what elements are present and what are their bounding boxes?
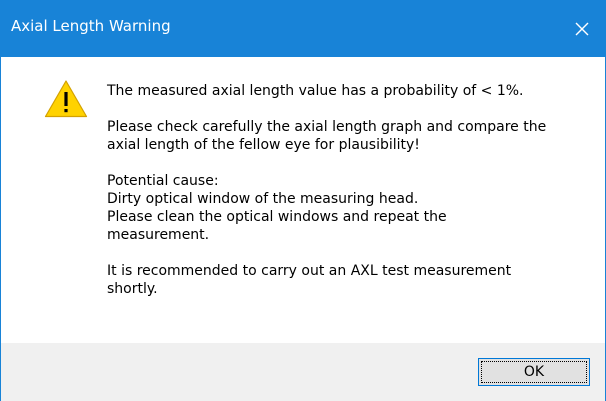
warning-message: The measured axial length value has a pr… <box>107 82 587 316</box>
message-recommendation: It is recommended to carry out an AXL te… <box>107 263 512 297</box>
warning-icon <box>44 80 88 118</box>
ok-button[interactable]: OK <box>478 358 590 386</box>
message-check-graph: Please check carefully the axial length … <box>107 119 547 153</box>
window-title: Axial Length Warning <box>11 17 171 35</box>
dialog-content: The measured axial length value has a pr… <box>1 57 605 343</box>
message-probability: The measured axial length value has a pr… <box>107 83 524 99</box>
close-button[interactable] <box>559 1 605 57</box>
axial-length-warning-dialog: Axial Length Warning The measured axial … <box>0 0 606 401</box>
title-bar: Axial Length Warning <box>1 1 605 57</box>
dialog-footer: OK <box>1 343 605 401</box>
close-icon <box>575 22 589 36</box>
message-potential-cause: Potential cause: Dirty optical window of… <box>107 173 447 243</box>
